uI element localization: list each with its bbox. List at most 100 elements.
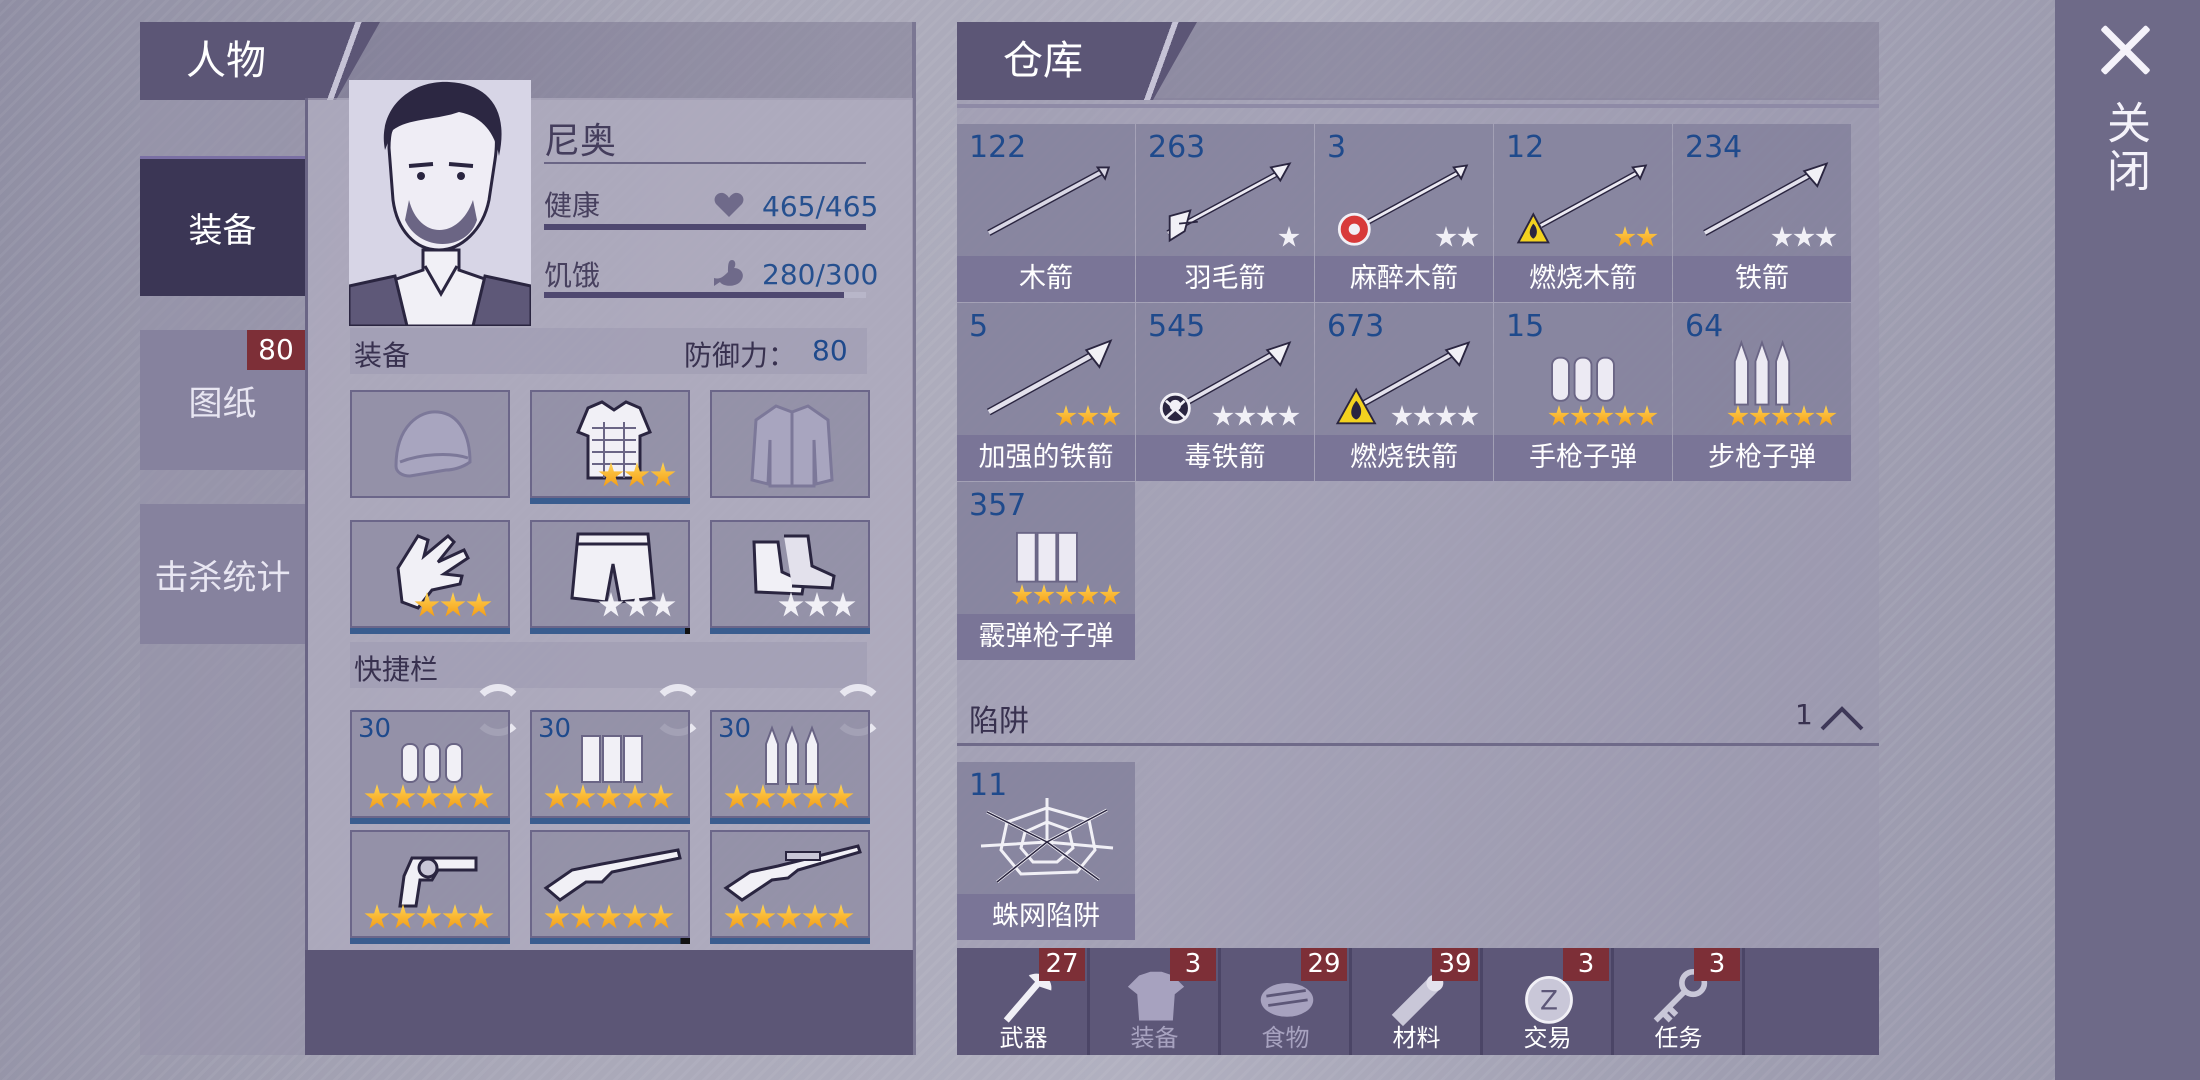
trap-card[interactable]: 11 蛛网陷阱 [957,762,1135,940]
quickbar-weapon-slot[interactable] [350,830,510,944]
star-icon [1592,405,1614,426]
close-button[interactable]: 关闭 [2099,100,2152,196]
equip-slot-jacket[interactable] [710,390,870,498]
quickbar-ammo-slot[interactable]: 30 [710,710,870,824]
item-card[interactable]: 357 霰弹枪子弹 [957,482,1135,660]
shotgun-ammo-icon [581,735,643,783]
item-stars [1727,405,1837,427]
category-tab-food[interactable]: 29 食物 [1222,948,1352,1055]
star-icon [544,784,570,809]
item-name: 手枪子弹 [1494,435,1672,481]
category-tab-key[interactable]: 3 任务 [1615,948,1745,1055]
equip-slot-boots[interactable] [710,520,870,634]
category-tab-shirt[interactable]: 3 装备 [1091,948,1221,1055]
hunger-bar-fill [544,292,845,298]
quickbar-weapon-slot[interactable] [710,830,870,944]
star-icon [1614,405,1636,426]
category-tab-coin[interactable]: Z 3 交易 [1484,948,1614,1055]
equip-slot-shorts[interactable] [530,520,690,634]
blueprints-badge: 80 [247,330,305,370]
star-icon [778,592,804,617]
item-stars [1614,226,1658,248]
quickbar-ammo-slot[interactable]: 30 [530,710,690,824]
star-icon [828,904,854,929]
star-icon [1749,405,1771,426]
category-label: 材料 [1392,1024,1441,1052]
star-icon [466,592,492,617]
star-icon [544,904,570,929]
item-card[interactable]: 545 毒铁箭 [1136,303,1314,481]
item-card[interactable]: 3 麻醉木箭 [1315,124,1493,302]
star-icon [364,784,390,809]
category-badge: 3 [1170,948,1216,981]
trap-section-label: 陷阱 [969,704,1029,739]
item-name: 霰弹枪子弹 [957,614,1135,660]
star-icon [776,904,802,929]
star-icon [624,592,650,617]
item-card[interactable]: 263 羽毛箭 [1136,124,1314,302]
chevron-up-icon[interactable] [1819,704,1865,732]
star-icon [1614,226,1636,247]
item-name: 铁箭 [1673,256,1851,302]
armor-stars [598,462,676,488]
star-icon [1457,405,1479,426]
star-icon [622,784,648,809]
star-icon [1548,405,1570,426]
star-icon [1033,584,1055,605]
category-tab-log[interactable]: 39 材料 [1353,948,1483,1055]
gloves-stars [414,592,492,618]
rifle-icon [723,844,862,902]
equip-slot-armor[interactable] [530,390,690,504]
tab-blueprints-label: 图纸 [188,383,257,424]
hunger-bar [544,292,866,298]
tab-equipment[interactable]: 装备 [140,156,305,296]
star-icon [622,904,648,929]
category-tab-axe[interactable]: 27 武器 [960,948,1090,1055]
ammo-qty: 30 [538,714,572,744]
item-card[interactable]: 673 燃烧铁箭 [1315,303,1493,481]
item-card[interactable]: 12 燃烧木箭 [1494,124,1672,302]
item-card[interactable]: 122 木箭 [957,124,1135,302]
star-icon [1077,584,1099,605]
item-card[interactable]: 234 铁箭 [1673,124,1851,302]
trap-section-header[interactable]: 陷阱 1 [957,690,1879,746]
item-stars [1391,405,1479,427]
star-icon [650,462,676,487]
equip-slot-helmet[interactable] [350,390,510,498]
warehouse-title: 仓库 [957,22,1197,100]
star-icon [750,784,776,809]
close-icon[interactable] [2098,22,2154,78]
star-icon [570,904,596,929]
star-icon [1391,405,1413,426]
star-icon [442,904,468,929]
quickbar-ammo-slot[interactable]: 30 [350,710,510,824]
star-icon [1636,405,1658,426]
item-card[interactable]: 64 步枪子弹 [1673,303,1851,481]
quickbar-weapon-slot[interactable] [530,830,690,944]
item-name: 麻醉木箭 [1315,256,1493,302]
star-icon [1278,405,1300,426]
trap-name: 蛛网陷阱 [957,894,1135,940]
item-name: 木箭 [957,256,1135,302]
equip-slot-gloves[interactable] [350,520,510,634]
star-icon [804,592,830,617]
rifle-ammo-icon [765,725,819,785]
tab-kill-stats[interactable]: 击杀统计 [140,504,305,644]
category-badge: 39 [1432,948,1478,981]
star-icon [1278,226,1300,247]
category-label: 武器 [999,1024,1048,1052]
category-label: 食物 [1261,1024,1310,1052]
category-badge: 27 [1039,948,1085,981]
defense-value: 80 [812,334,848,367]
item-card[interactable]: 15 手枪子弹 [1494,303,1672,481]
star-icon [416,784,442,809]
star-icon [1771,405,1793,426]
star-icon [1771,226,1793,247]
item-name: 羽毛箭 [1136,256,1314,302]
stomach-icon [712,258,746,288]
star-icon [364,904,390,929]
tab-blueprints[interactable]: 图纸 80 [140,330,305,470]
item-card[interactable]: 5 加强的铁箭 [957,303,1135,481]
star-icon [390,784,416,809]
equipment-label: 装备 [354,339,411,372]
